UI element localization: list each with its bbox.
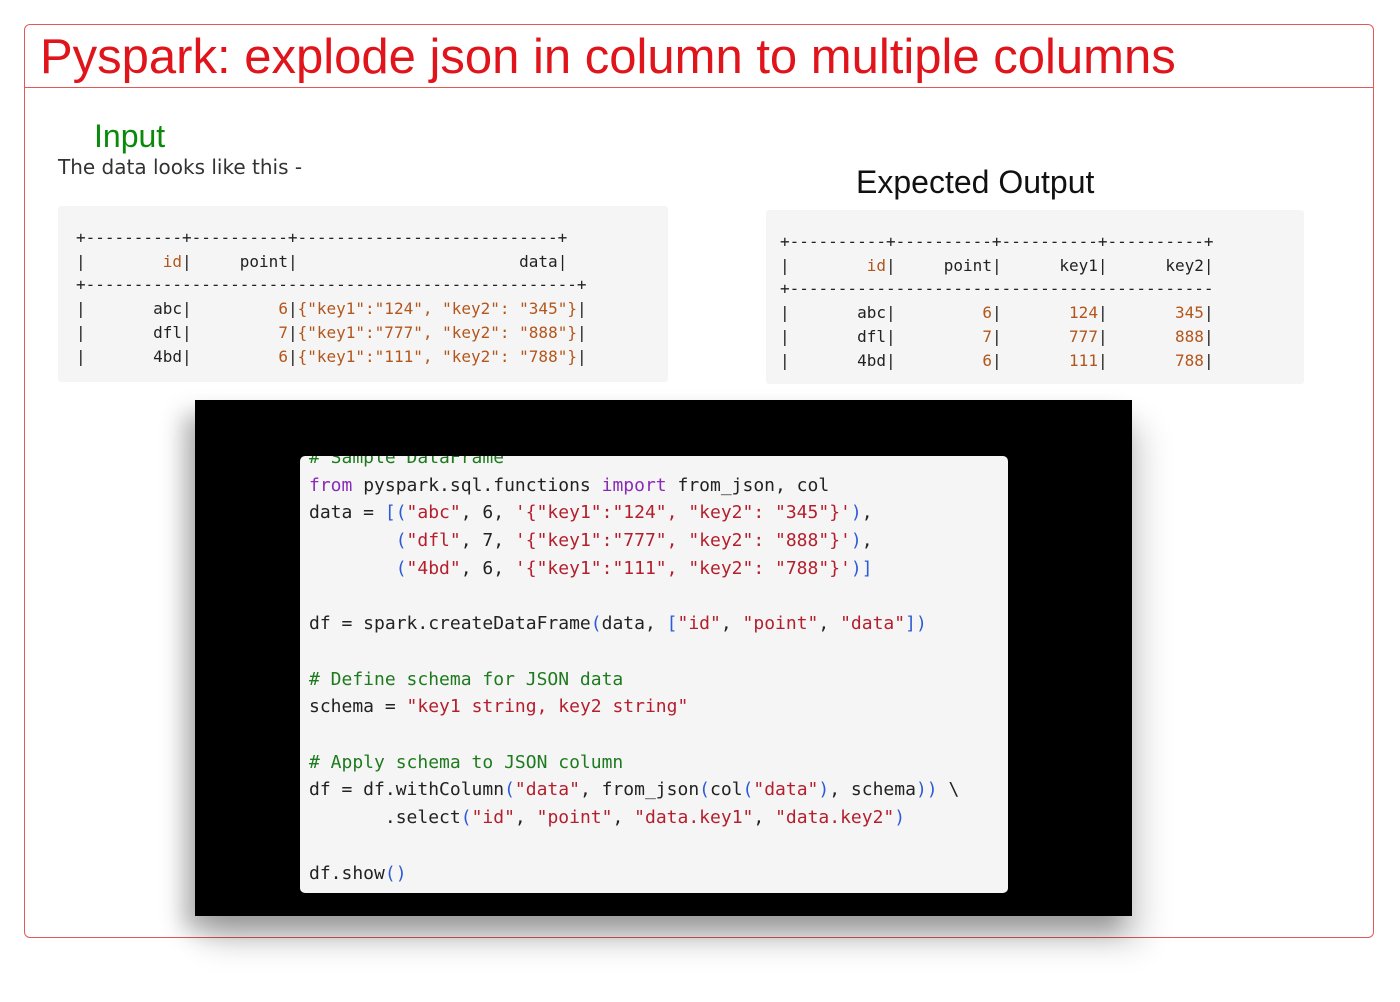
code-line: schema = "key1 string, key2 string" [309, 696, 689, 718]
code-line: df.show() [309, 862, 407, 884]
input-caption: The data looks like this - [58, 155, 303, 179]
output-table-row: | abc| 6| 124| 345| [780, 303, 1214, 323]
code-line: .select("id", "point", "data.key1", "dat… [309, 807, 906, 829]
title-bar: Pyspark: explode json in column to multi… [25, 25, 1373, 88]
code-line: ("4bd", 6, '{"key1":"111", "key2": "788"… [395, 557, 873, 579]
output-table: +----------+----------+----------+------… [766, 210, 1304, 384]
code-screenshot: # Sample DataFrame from pyspark.sql.func… [195, 400, 1132, 916]
output-table-row: | dfl| 7| 777| 888| [780, 326, 1214, 346]
page-title: Pyspark: explode json in column to multi… [40, 30, 1176, 84]
input-table-line: +---------------------------------------… [76, 275, 587, 295]
code-line: from pyspark.sql.functions import from_j… [309, 474, 830, 496]
input-table-row: | 4bd| 6|{"key1":"111", "key2": "788"}| [76, 346, 587, 366]
input-table-text: +----------+----------+-----------------… [76, 226, 587, 368]
code-line: df = spark.createDataFrame(data, ["id", … [309, 613, 927, 635]
code-block: # Sample DataFrame from pyspark.sql.func… [300, 456, 1008, 893]
code-text: # Sample DataFrame from pyspark.sql.func… [309, 456, 959, 887]
code-line: # Apply schema to JSON column [309, 751, 624, 773]
input-table-row: | dfl| 7|{"key1":"777", "key2": "888"}| [76, 322, 587, 342]
input-table-line: +----------+----------+-----------------… [76, 228, 568, 247]
input-table: +----------+----------+-----------------… [58, 206, 668, 382]
output-table-line: +---------------------------------------… [780, 279, 1214, 299]
code-line: # Sample DataFrame [309, 456, 505, 468]
output-table-row: | 4bd| 6| 111| 788| [780, 350, 1214, 370]
input-heading: Input [94, 118, 166, 154]
output-table-text: +----------+----------+----------+------… [780, 230, 1214, 372]
input-table-row: | abc| 6|{"key1":"124", "key2": "345"}| [76, 299, 587, 319]
code-line: # Define schema for JSON data [309, 668, 624, 690]
input-table-header: | id| point| data| [76, 251, 568, 271]
output-table-header: | id| point| key1| key2| [780, 255, 1214, 275]
code-line: df = df.withColumn("data", from_json(col… [309, 779, 960, 801]
code-line: data = [("abc", 6, '{"key1":"124", "key2… [309, 502, 873, 524]
output-table-line: +----------+----------+----------+------… [780, 232, 1214, 251]
code-line: ("dfl", 7, '{"key1":"777", "key2": "888"… [395, 530, 873, 552]
expected-output-heading: Expected Output [856, 164, 1095, 200]
